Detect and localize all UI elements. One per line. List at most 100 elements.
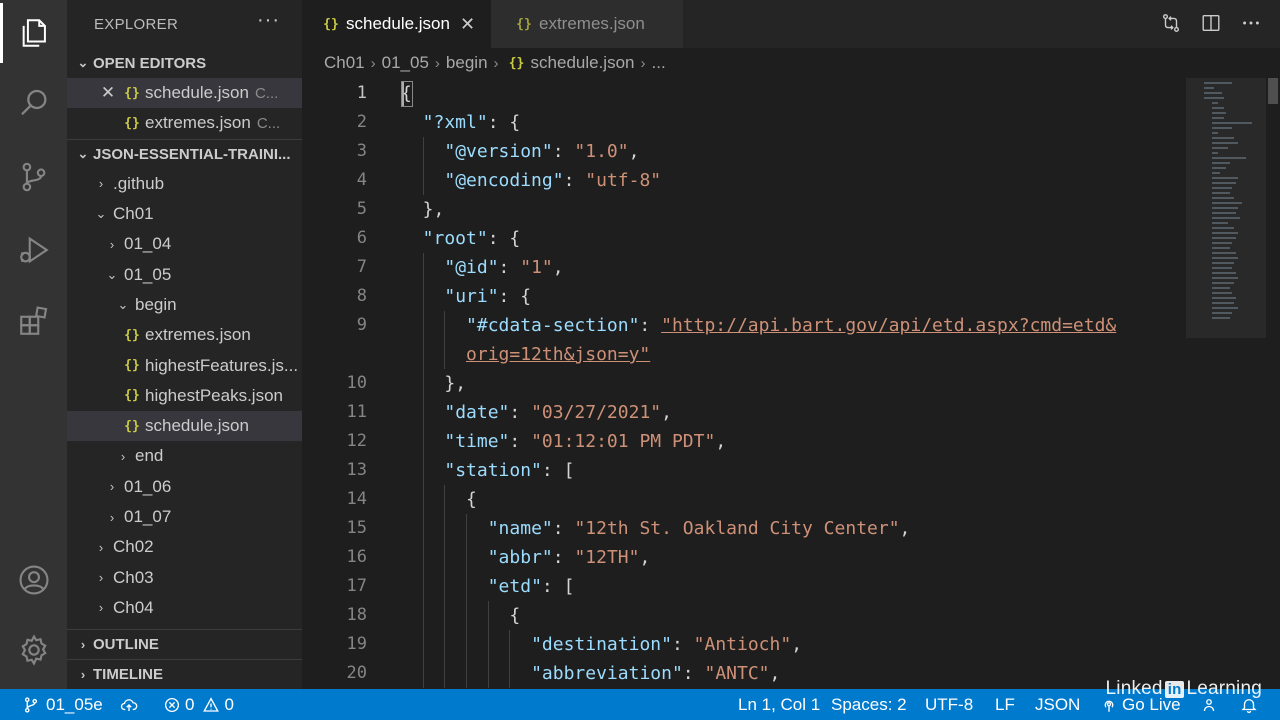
breadcrumb-item[interactable]: ... [652, 53, 666, 73]
encoding[interactable]: UTF-8 [925, 689, 973, 720]
status-bar: 01_05e 0 0 Ln 1, Col 1 Spaces: 2 UTF-8 L… [0, 689, 1280, 720]
breadcrumb-item[interactable]: Ch01 [324, 53, 365, 73]
indent-guide [422, 398, 424, 427]
search-icon[interactable] [0, 73, 67, 133]
settings-gear-icon[interactable] [0, 620, 67, 680]
code-editor[interactable]: 1 2 3 4 5 6 7 8 9 10 11 12 13 14 15 16 17 18 19 20 {"?xml":… [302, 78, 1280, 689]
tree-folder-item[interactable]: ⌄ begin [67, 290, 302, 320]
line-number: 14 [346, 489, 367, 509]
tree-folder-item[interactable]: › .github [67, 169, 302, 199]
close-icon[interactable]: ✕ [460, 14, 475, 35]
language-mode[interactable]: JSON [1035, 689, 1080, 720]
tree-folder-item[interactable]: › end [67, 441, 302, 471]
json-file-icon: {} [124, 327, 140, 343]
tree-item-label: highestFeatures.js... [145, 355, 299, 375]
tree-file-item[interactable]: {} highestPeaks.json [67, 381, 302, 411]
punctuation: : [552, 518, 575, 539]
code-line[interactable]: "destination": "Antioch", [531, 630, 802, 659]
workspace-label: JSON-ESSENTIAL-TRAINI... [93, 145, 291, 163]
code-line[interactable]: }, [423, 195, 445, 224]
breadcrumb-item[interactable]: schedule.json [531, 53, 635, 73]
tree-folder-item[interactable]: › Ch03 [67, 562, 302, 592]
sync-status[interactable] [120, 689, 138, 720]
tree-folder-item[interactable]: ⌄ 01_05 [67, 259, 302, 289]
split-editor-icon[interactable] [1200, 12, 1222, 39]
tree-folder-item[interactable]: › Ch04 [67, 593, 302, 623]
punctuation: , [769, 663, 781, 684]
minimap-line [1204, 97, 1224, 99]
tree-item-label: .github [113, 173, 165, 193]
explorer-icon[interactable] [0, 3, 67, 63]
code-line[interactable]: { [466, 485, 477, 514]
code-line[interactable]: "@encoding": "utf-8" [444, 166, 661, 195]
warning-icon [203, 696, 220, 712]
minimap-line [1212, 202, 1242, 204]
indent-guide [422, 485, 424, 514]
tree-item-label: schedule.json [145, 416, 249, 436]
extensions-icon[interactable] [0, 291, 67, 351]
vertical-scrollbar[interactable] [1266, 78, 1280, 689]
tab-extremes-json[interactable]: {} extremes.json [491, 0, 683, 48]
end-of-line[interactable]: LF [995, 689, 1015, 720]
run-debug-icon[interactable] [0, 220, 67, 280]
breadcrumb-item[interactable]: 01_05 [382, 53, 429, 73]
problems-status[interactable]: 0 0 [163, 689, 234, 720]
code-line[interactable]: "abbr": "12TH", [488, 543, 651, 572]
linkedin-learning-watermark: Linked in Learning [1106, 678, 1263, 700]
branch-status[interactable]: 01_05e [22, 689, 103, 720]
code-line[interactable]: "date": "03/27/2021", [444, 398, 672, 427]
json-file-icon: {} [124, 358, 140, 374]
more-actions-icon[interactable]: ··· [257, 9, 280, 32]
code-line[interactable]: "root": { [423, 224, 521, 253]
minimap[interactable] [1204, 78, 1266, 328]
account-icon[interactable] [0, 550, 67, 610]
indent-guide [422, 369, 424, 398]
more-actions-icon[interactable] [1240, 12, 1262, 39]
outline-section[interactable]: › OUTLINE [67, 629, 302, 659]
line-number: 20 [346, 663, 367, 683]
minimap-line [1212, 222, 1228, 224]
code-line[interactable]: "?xml": { [423, 108, 521, 137]
open-changes-icon[interactable] [1160, 12, 1182, 39]
code-line[interactable]: "time": "01:12:01 PM PDT", [444, 427, 726, 456]
open-editor-item[interactable]: ✕ {} schedule.json C... [67, 78, 302, 109]
source-control-icon[interactable] [0, 147, 67, 207]
close-icon[interactable]: ✕ [97, 83, 119, 103]
indentation[interactable]: Spaces: 2 [831, 689, 907, 720]
workspace-section[interactable]: ⌄ JSON-ESSENTIAL-TRAINI... [67, 138, 302, 169]
minimap-line [1212, 107, 1224, 109]
code-line[interactable]: "@id": "1", [444, 253, 563, 282]
code-line[interactable]: { [509, 601, 520, 630]
timeline-section[interactable]: › TIMELINE [67, 659, 302, 689]
code-line[interactable]: "uri": { [444, 282, 531, 311]
code-line[interactable]: "etd": [ [488, 572, 575, 601]
indent-guide [466, 572, 468, 601]
code-line[interactable]: "station": [ [444, 456, 574, 485]
scrollbar-thumb[interactable] [1268, 78, 1278, 104]
tree-file-item[interactable]: {} schedule.json [67, 410, 302, 442]
code-line[interactable]: "#cdata-section": "http://api.bart.gov/a… [466, 311, 1116, 340]
open-editors-section[interactable]: ⌄ OPEN EDITORS [67, 48, 302, 78]
code-line[interactable]: "name": "12th St. Oakland City Center", [488, 514, 911, 543]
code-line[interactable]: "abbreviation": "ANTC", [531, 659, 780, 688]
code-line[interactable]: orig=12th&json=y" [466, 340, 650, 369]
tree-folder-item[interactable]: › 01_07 [67, 502, 302, 532]
breadcrumb-item[interactable]: begin [446, 53, 488, 73]
punctuation: , [552, 257, 564, 278]
tree-file-item[interactable]: {} extremes.json [67, 320, 302, 350]
code-line[interactable]: "@version": "1.0", [444, 137, 639, 166]
minimap-line [1212, 307, 1238, 309]
tree-folder-item[interactable]: ⌄ Ch01 [67, 199, 302, 229]
tree-folder-item[interactable]: › 01_06 [67, 472, 302, 502]
indent-guide [422, 282, 424, 311]
indent-guide [509, 630, 511, 659]
json-key: "#cdata-section" [466, 315, 640, 336]
open-editor-dir: C... [254, 84, 279, 102]
open-editor-item[interactable]: {} extremes.json C... [67, 108, 302, 138]
tree-file-item[interactable]: {} highestFeatures.js... [67, 350, 302, 380]
code-line[interactable]: }, [444, 369, 466, 398]
tree-folder-item[interactable]: › 01_04 [67, 229, 302, 259]
tree-folder-item[interactable]: › Ch02 [67, 532, 302, 562]
cursor-position[interactable]: Ln 1, Col 1 [738, 689, 820, 720]
tab-schedule-json[interactable]: {} schedule.json ✕ [302, 0, 491, 48]
